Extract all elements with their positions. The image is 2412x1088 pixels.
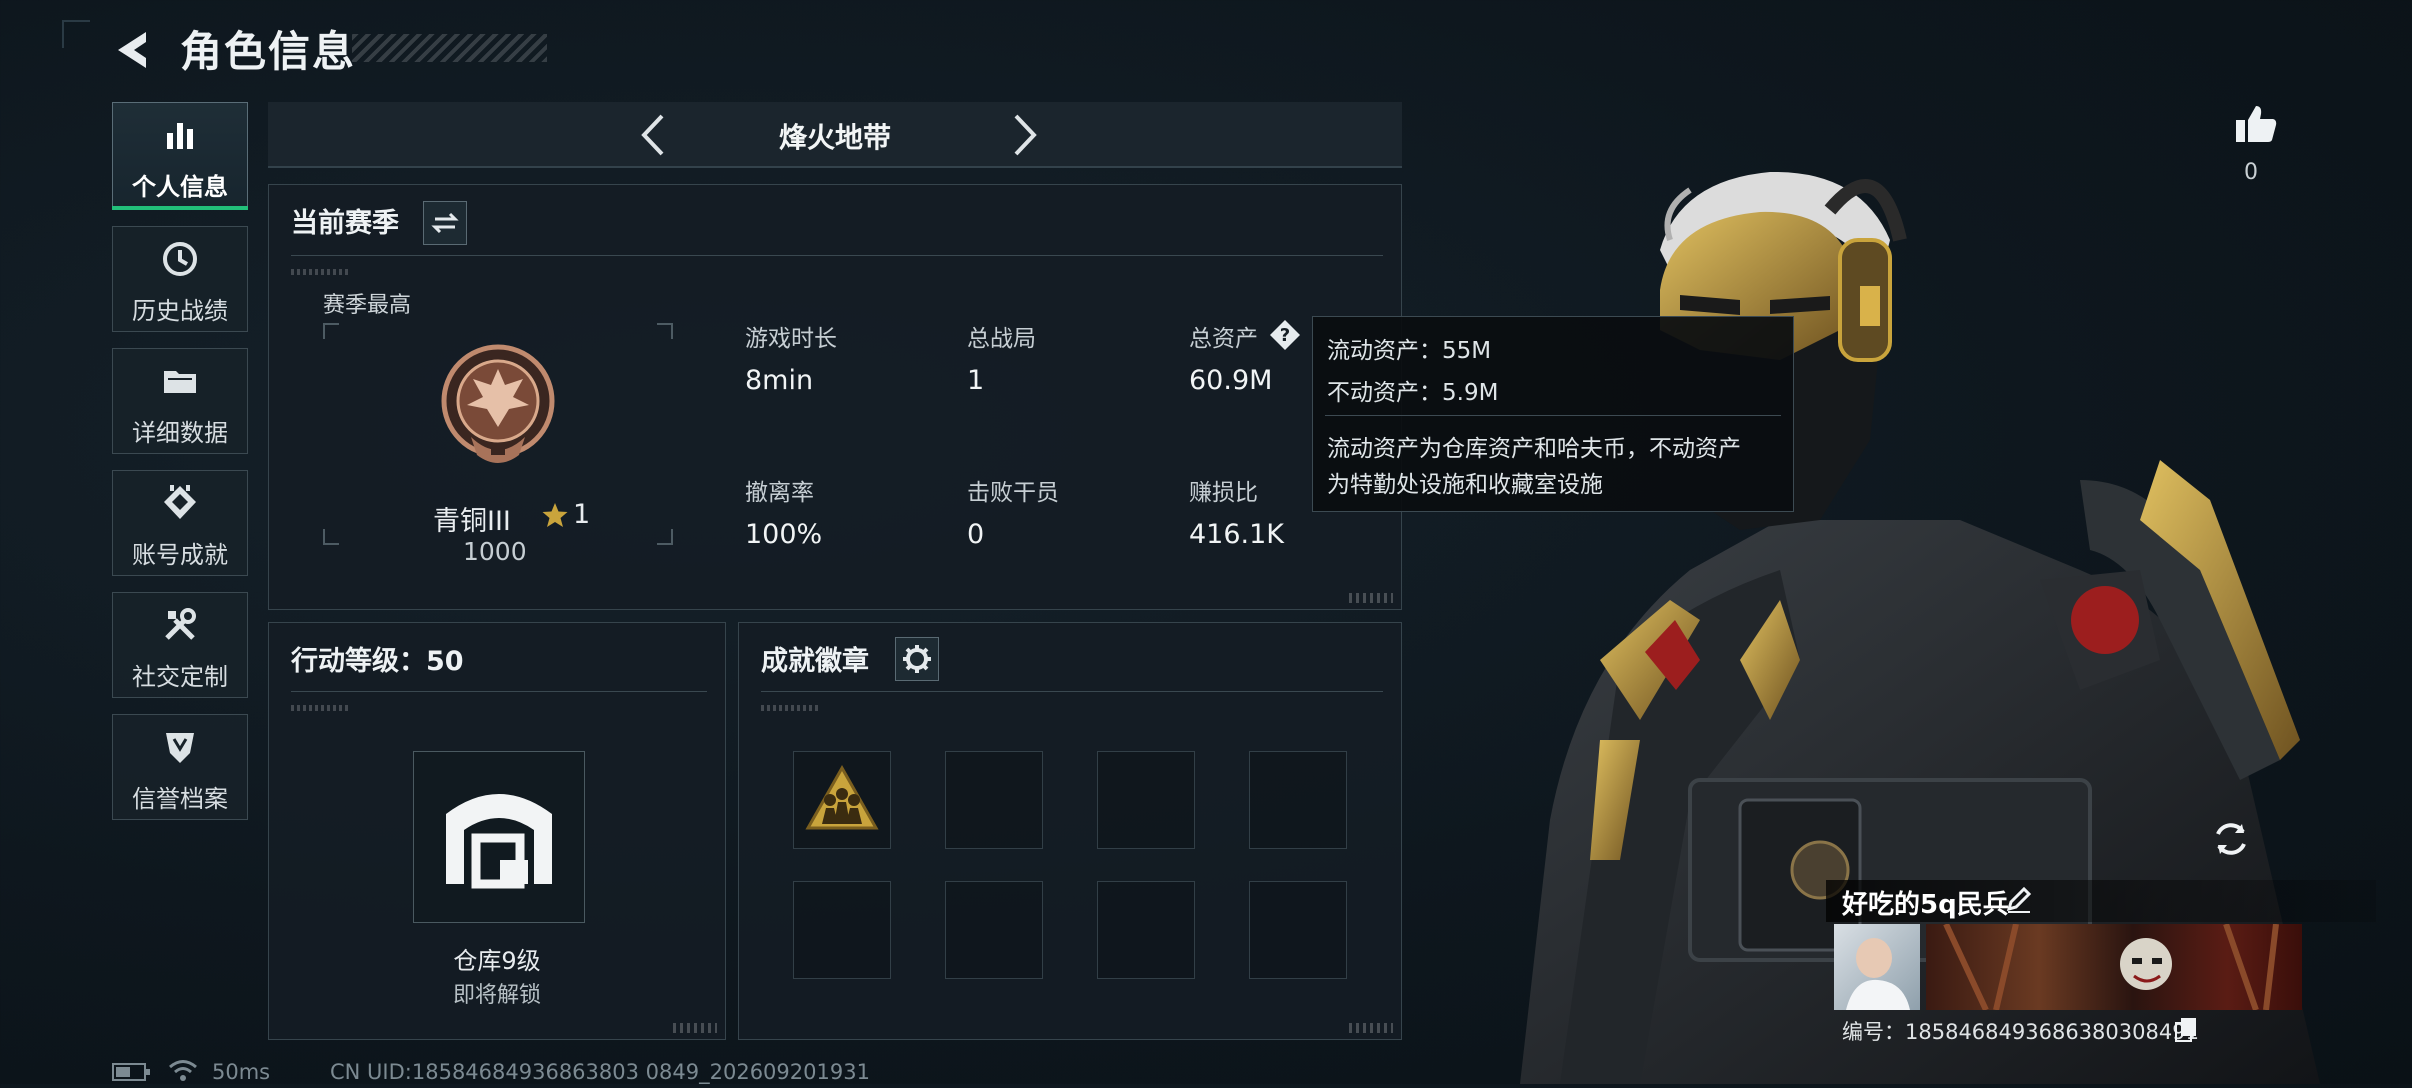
player-banner[interactable] [1926, 922, 2302, 1012]
uid-text: CN UID:18584684936863803 0849_2026092019… [330, 1060, 870, 1084]
copy-icon[interactable] [2174, 1016, 2198, 1042]
squad-badge-icon [805, 764, 879, 830]
corner-decoration [62, 20, 90, 48]
stat-value-total-matches: 1 [967, 365, 985, 396]
sidebar-item-label: 信誉档案 [132, 785, 228, 813]
player-avatar[interactable] [1834, 924, 1920, 1010]
season-panel: 当前赛季 赛季最高 青铜III 1 1000 游戏时长 8min 总战局 1 总… [268, 184, 1402, 610]
star-icon [541, 501, 569, 529]
action-level-title: 行动等级：50 [291, 646, 464, 677]
assets-help-icon[interactable]: ? [1269, 319, 1301, 351]
badge-slot[interactable] [1097, 881, 1195, 979]
mode-selector: 烽火地带 [268, 102, 1402, 168]
rank-stars: 1 [573, 499, 591, 530]
unlock-status: 即将解锁 [452, 983, 541, 1008]
sidebar-item-personal-info[interactable]: 个人信息 [112, 102, 248, 210]
tooltip-liquid-assets: 流动资产：55M [1327, 338, 1492, 364]
history-clock-icon [113, 239, 247, 283]
sidebar-item-credit-profile[interactable]: 信誉档案 [112, 714, 248, 820]
gear-icon [903, 645, 931, 673]
sidebar-item-label: 个人信息 [132, 173, 228, 201]
action-level-panel: 行动等级：50 仓库9级 即将解锁 [268, 622, 726, 1040]
badge-slot[interactable] [1249, 751, 1347, 849]
back-arrow-icon[interactable] [112, 28, 156, 72]
rank-frame: 青铜III 1 1000 [323, 323, 673, 566]
player-name: 好吃的5q民兵 [1842, 890, 2009, 920]
stat-label-total-matches: 总战局 [967, 326, 1036, 352]
sidebar-item-label: 账号成就 [132, 541, 228, 569]
bronze-rank-emblem-icon [431, 339, 565, 473]
sidebar-item-detailed-data[interactable]: 详细数据 [112, 348, 248, 454]
folder-icon [113, 361, 247, 405]
svg-text:?: ? [1280, 325, 1290, 346]
stat-label-extract-rate: 撤离率 [745, 480, 814, 506]
swap-season-button[interactable] [423, 201, 467, 245]
tooltip-description-line2: 为特勤处设施和收藏室设施 [1327, 472, 1603, 498]
tooltip-fixed-assets: 不动资产：5.9M [1327, 380, 1499, 406]
stat-label-total-assets: 总资产 [1189, 326, 1258, 352]
bar-chart-icon [113, 115, 247, 159]
edit-name-pencil-icon[interactable] [2004, 884, 2034, 914]
rank-name: 青铜III [433, 506, 511, 537]
unlock-item-name: 仓库9级 [453, 947, 541, 975]
sidebar-item-history[interactable]: 历史战绩 [112, 226, 248, 332]
assets-tooltip: 流动资产：55M 不动资产：5.9M 流动资产为仓库资产和哈夫币，不动资产 为特… [1312, 316, 1794, 512]
likes-count: 0 [2244, 160, 2258, 185]
warehouse-icon [446, 794, 552, 889]
achievement-badge-panel: 成就徽章 [738, 622, 1402, 1040]
achievement-title: 成就徽章 [761, 646, 869, 677]
swap-icon [431, 212, 459, 234]
tooltip-description-line1: 流动资产为仓库资产和哈夫币，不动资产 [1327, 436, 1741, 462]
page-title: 角色信息 [180, 27, 357, 76]
badge-slot[interactable] [793, 881, 891, 979]
badge-settings-button[interactable] [895, 637, 939, 681]
badge-slot[interactable] [945, 881, 1043, 979]
stat-label-profit-ratio: 赚损比 [1189, 480, 1258, 506]
stat-value-total-assets: 60.9M [1189, 365, 1273, 396]
badge-slot[interactable] [793, 751, 891, 849]
thumbs-up-icon[interactable] [2232, 100, 2280, 148]
mode-title: 烽火地带 [778, 121, 891, 154]
ping-text: 50ms [212, 1060, 271, 1084]
sidebar-item-label: 详细数据 [132, 419, 228, 447]
next-mode-arrow-icon[interactable] [998, 110, 1048, 160]
battery-icon [112, 1062, 152, 1082]
stat-value-profit-ratio: 416.1K [1189, 519, 1285, 550]
sidebar-item-label: 历史战绩 [132, 297, 228, 325]
badge-slot[interactable] [945, 751, 1043, 849]
wifi-icon [168, 1058, 198, 1082]
player-id: 编号：1858468493686380308491 [1842, 1020, 2199, 1044]
rotate-icon[interactable] [2206, 814, 2256, 864]
stat-label-playtime: 游戏时长 [745, 326, 837, 352]
season-best-label: 赛季最高 [323, 293, 412, 318]
stat-value-operators-defeated: 0 [967, 519, 985, 550]
season-title: 当前赛季 [291, 208, 399, 239]
stat-label-operators-defeated: 击败干员 [967, 480, 1059, 506]
stat-value-extract-rate: 100% [745, 519, 823, 550]
badge-slot[interactable] [1249, 881, 1347, 979]
sidebar-item-label: 社交定制 [132, 663, 228, 691]
tools-icon [113, 605, 247, 649]
sidebar-item-social-custom[interactable]: 社交定制 [112, 592, 248, 698]
achievement-icon [113, 483, 247, 527]
stat-value-playtime: 8min [745, 365, 814, 396]
sidebar-item-achievements[interactable]: 账号成就 [112, 470, 248, 576]
shield-icon [113, 727, 247, 771]
badge-slot[interactable] [1097, 751, 1195, 849]
warehouse-unlock-card[interactable] [413, 751, 585, 923]
title-stripe-decoration [352, 34, 547, 62]
rank-score: 1000 [463, 537, 527, 566]
